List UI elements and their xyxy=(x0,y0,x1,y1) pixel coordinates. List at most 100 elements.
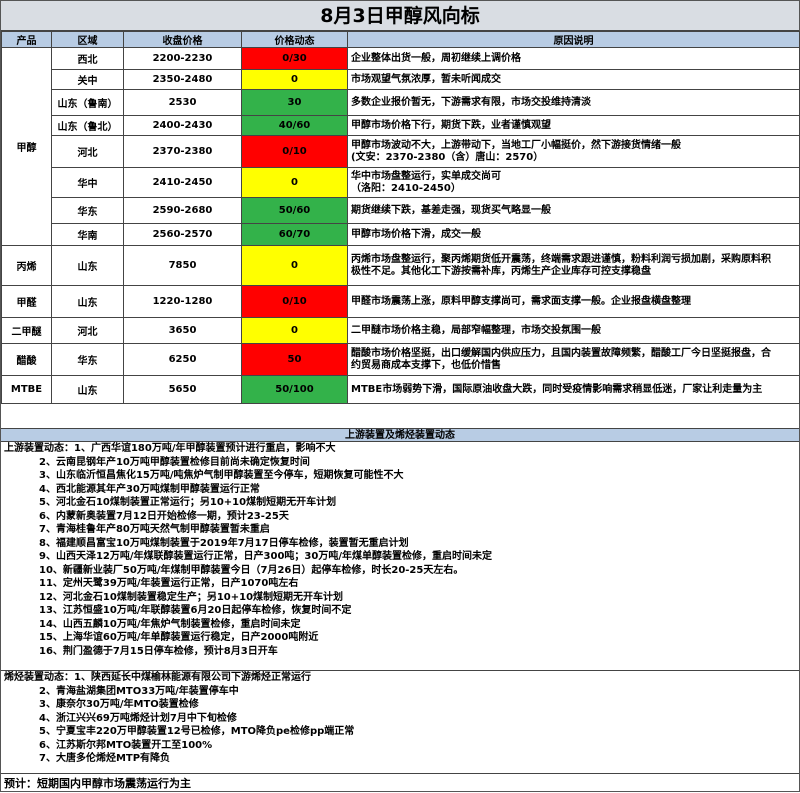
change-cell: 60/70 xyxy=(241,223,348,246)
note-item: 5、河北金石10煤制装置正常运行；另10+10煤制短期无开车计划 xyxy=(39,497,337,508)
header-region: 区域 xyxy=(51,31,124,48)
reason-cell: 华中市场盘整运行，实单成交尚可 （洛阳：2410-2450） xyxy=(347,167,800,198)
olefin-notes: 烯烃装置动态：1、陕西延长中煤榆林能源有限公司下游烯烃正常运行 2、青海盐湖集团… xyxy=(1,670,799,772)
reason-line: (文安：2370-2380（含）唐山：2570） xyxy=(351,151,544,163)
note-item: 6、内蒙新奥装置7月12日开始检修一期，预计23-25天 xyxy=(39,510,289,522)
reason-line: 醋酸市场价格坚挺，出口缓解国内供应压力，且国内装置故障频繁，醋酸工厂今日坚挺报盘… xyxy=(351,347,771,359)
product-cell: 醋酸 xyxy=(1,343,52,376)
product-cell: 丙烯 xyxy=(1,245,52,286)
reason-line: MTBE市场弱势下滑，国际原油收盘大跌，同时受疫情影响需求稍显低迷，厂家让利走量… xyxy=(351,383,763,395)
change-cell: 50/60 xyxy=(241,197,348,224)
region-cell: 山东（鲁北） xyxy=(51,115,124,136)
reason-cell: 醋酸市场价格坚挺，出口缓解国内供应压力，且国内装置故障频繁，醋酸工厂今日坚挺报盘… xyxy=(347,343,800,376)
table-row: 二甲醚 河北 3650 0 二甲醚市场价格主稳，局部窄幅整理，市场交投氛围一般 xyxy=(1,317,800,344)
region-cell: 河北 xyxy=(51,135,124,168)
note-item: 4、西北能源其年产30万吨煤制甲醇装置运行正常 xyxy=(39,483,260,495)
note-item: 8、福建顺昌富宝10万吨煤制装置于2019年7月17日停车检修，装置暂无重启计划 xyxy=(39,537,409,549)
report-title: 8月3日甲醇风向标 xyxy=(1,1,799,31)
reason-line: 丙烯市场盘整运行，聚丙烯期货低开震荡，终端需求跟进谨慎，粉料利润亏损加剧，采购原… xyxy=(351,253,771,265)
region-cell: 关中 xyxy=(51,69,124,90)
table-row: 关中 2350-2480 0 市场观望气氛浓厚，暂未听闻成交 xyxy=(2,69,800,90)
note-item: 3、康奈尔30万吨/年MTO装置检修 xyxy=(39,699,199,710)
upstream-head: 上游装置动态：1、广西华谊180万吨/年甲醇装置预计进行重启，影响不大 xyxy=(4,443,336,454)
reason-line: 华中市场盘整运行，实单成交尚可 xyxy=(351,170,501,182)
price-cell: 2410-2450 xyxy=(123,167,242,198)
change-cell: 0/10 xyxy=(241,135,348,168)
product-cell: 甲醇 xyxy=(1,47,52,246)
region-cell: 华东 xyxy=(51,343,124,376)
reason-line: 期货继续下跌，基差走强，现货买气略显一般 xyxy=(351,204,551,216)
price-cell: 7850 xyxy=(123,245,242,286)
change-cell: 40/60 xyxy=(241,115,348,136)
price-cell: 2200-2230 xyxy=(123,47,242,70)
reason-line: 多数企业报价暂无，下游需求有限，市场交投维持清淡 xyxy=(351,96,591,108)
price-cell: 2530 xyxy=(123,89,242,116)
reason-cell: MTBE市场弱势下滑，国际原油收盘大跌，同时受疫情影响需求稍显低迷，厂家让利走量… xyxy=(347,375,800,404)
reason-line: （洛阳：2410-2450） xyxy=(351,182,461,194)
note-item: 3、山东临沂恒昌焦化15万吨/吨焦炉气制甲醇装置至今停车，短期恢复可能性不大 xyxy=(39,470,404,481)
region-cell: 山东 xyxy=(51,245,124,286)
region-cell: 山东 xyxy=(51,285,124,318)
change-cell: 0 xyxy=(241,69,348,90)
change-cell: 30 xyxy=(241,89,348,116)
note-item: 11、定州天鹭39万吨/年装置运行正常，日产1070吨左右 xyxy=(39,578,299,589)
note-item: 7、青海桂鲁年产80万吨天然气制甲醇装置暂未重启 xyxy=(39,524,270,535)
note-item: 16、荆门盈德于7月15日停车检修，预计8月3日开车 xyxy=(39,645,278,657)
table-row: 丙烯 山东 7850 0 丙烯市场盘整运行，聚丙烯期货低开震荡，终端需求跟进谨慎，粉料利… xyxy=(1,245,800,286)
forecast-text: 预计：短期国内甲醇市场震荡运行为主 xyxy=(1,773,799,792)
product-cell: MTBE xyxy=(1,375,52,404)
region-cell: 华东 xyxy=(51,197,124,224)
reason-line: 极性不足。其他化工下游按需补库，丙烯生产企业库存可控支撑稳盘 xyxy=(351,265,651,277)
note-item: 14、山西五麟10万吨/年焦炉气制装置检修，重启时间未定 xyxy=(39,618,301,630)
region-cell: 山东 xyxy=(51,375,124,404)
change-cell: 0 xyxy=(241,245,348,286)
price-cell: 5650 xyxy=(123,375,242,404)
change-cell: 0 xyxy=(241,317,348,344)
price-cell: 3650 xyxy=(123,317,242,344)
change-cell: 0/10 xyxy=(241,285,348,318)
note-item: 15、上海华谊60万吨/年单醇装置运行稳定，日产2000吨附近 xyxy=(39,632,319,643)
reason-line: 约贸易商成本支撑下，也低价惜售 xyxy=(351,359,501,371)
product-cell: 甲醛 xyxy=(1,285,52,318)
change-cell: 50/100 xyxy=(241,375,348,404)
note-item: 7、大唐多伦烯烃MTP有降负 xyxy=(39,753,171,764)
reason-line: 甲醇市场波动不大，上游带动下，当地工厂小幅挺价，然下游接货情绪一般 xyxy=(351,139,681,151)
upstream-notes: 上游装置动态：1、广西华谊180万吨/年甲醇装置预计进行重启，影响不大 2、云南… xyxy=(1,442,799,668)
header-product: 产品 xyxy=(1,31,52,48)
reason-cell: 甲醇市场价格下滑，成交一般 xyxy=(347,223,800,246)
change-cell: 50 xyxy=(241,343,348,376)
price-cell: 2370-2380 xyxy=(123,135,242,168)
reason-cell: 甲醛市场震荡上涨，原料甲醇支撑尚可，需求面支撑一般。企业报盘横盘整理 xyxy=(347,285,800,318)
price-cell: 6250 xyxy=(123,343,242,376)
region-cell: 华中 xyxy=(51,167,124,198)
reason-line: 企业整体出货一般，周初继续上调价格 xyxy=(351,52,521,64)
table-row: 华东 2590-2680 50/60 期货继续下跌，基差走强，现货买气略显一般 xyxy=(2,197,800,224)
reason-cell: 企业整体出货一般，周初继续上调价格 xyxy=(347,47,800,70)
table-header-row: 产品 区域 收盘价格 价格动态 原因说明 xyxy=(1,31,800,48)
note-item: 9、山西天泽12万吨/年煤联醇装置运行正常，日产300吨；30万吨/年煤单醇装置… xyxy=(39,551,492,562)
note-item: 4、浙江兴兴69万吨烯烃计划7月中下旬检修 xyxy=(39,712,237,724)
note-item: 5、宁夏宝丰220万甲醇装置12号已检修，MTO降负pe检修pp端正常 xyxy=(39,726,355,737)
table-row: 甲醇 西北 2200-2230 0/30 企业整体出货一般，周初继续上调价格 xyxy=(1,47,800,246)
note-item: 13、江苏恒盛10万吨/年联醇装置6月20日起停车检修，恢复时间不定 xyxy=(39,605,352,616)
change-cell: 0/30 xyxy=(241,47,348,70)
price-cell: 2400-2430 xyxy=(123,115,242,136)
note-item: 2、青海盐湖集团MTO33万吨/年装置停车中 xyxy=(39,685,239,697)
table-row: 华南 2560-2570 60/70 甲醇市场价格下滑，成交一般 xyxy=(2,223,800,246)
reason-cell: 市场观望气氛浓厚，暂未听闻成交 xyxy=(347,69,800,90)
reason-line: 甲醇市场价格下行，期货下跌，业者谨慎观望 xyxy=(351,119,551,131)
table-row: MTBE 山东 5650 50/100 MTBE市场弱势下滑，国际原油收盘大跌，同时受疫… xyxy=(1,375,800,404)
note-item: 2、云南昆钢年产10万吨甲醇装置检修目前尚未确定恢复时间 xyxy=(39,456,310,468)
header-price: 收盘价格 xyxy=(123,31,242,48)
table-row: 山东（鲁南） 2530 30 多数企业报价暂无，下游需求有限，市场交投维持清淡 xyxy=(2,89,800,116)
olefin-head: 烯烃装置动态：1、陕西延长中煤榆林能源有限公司下游烯烃正常运行 xyxy=(4,672,311,683)
header-reason: 原因说明 xyxy=(347,31,800,48)
reason-line: 甲醇市场价格下滑，成交一般 xyxy=(351,228,481,240)
table-row: 醋酸 华东 6250 50 醋酸市场价格坚挺，出口缓解国内供应压力，且国内装置故障频繁，… xyxy=(1,343,800,376)
section-title: 上游装置及烯烃装置动态 xyxy=(1,428,799,442)
reason-cell: 多数企业报价暂无，下游需求有限，市场交投维持清淡 xyxy=(347,89,800,116)
change-cell: 0 xyxy=(241,167,348,198)
note-item: 10、新疆新业装厂50万吨/年煤制甲醇装置今日（7月26日）起停车检修，时长20… xyxy=(39,564,464,576)
table-row: 河北 2370-2380 0/10 甲醇市场波动不大，上游带动下，当地工厂小幅挺价，然… xyxy=(2,135,800,168)
reason-cell: 甲醇市场波动不大，上游带动下，当地工厂小幅挺价，然下游接货情绪一般 (文安：237… xyxy=(347,135,800,168)
